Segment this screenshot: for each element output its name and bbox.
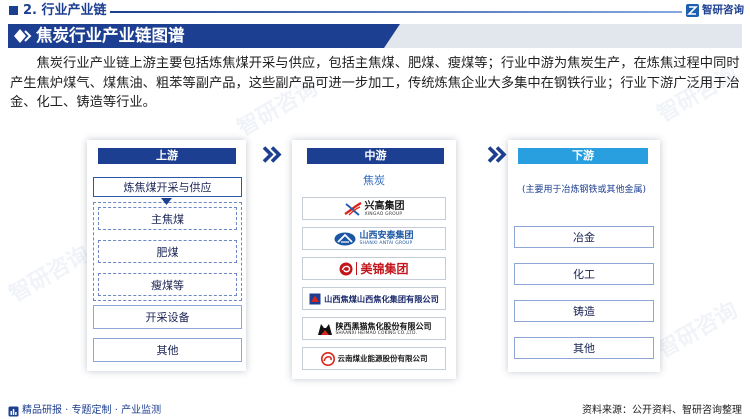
company-text: 山西焦煤山西焦化集团有限公司	[324, 294, 439, 304]
upstream-header: 上游	[98, 148, 236, 164]
company-logo-meijin: 美锦集团	[302, 257, 446, 280]
diamond-icon	[14, 29, 32, 43]
company-logo-heimao: 陕西黑猫焦化股份有限公司 SHAANXI HEIMAO COKING CO.,L…	[302, 317, 446, 340]
section-title: 2. 行业产业链	[23, 3, 107, 18]
antai-emblem-icon	[334, 232, 356, 245]
midstream-panel: 中游 焦炭 兴高集团 XINGAO GROUP 山西安泰集团 SHANXI AN…	[292, 140, 456, 379]
footer-tagline: 精品研报 · 专题定制 · 产业监测	[22, 405, 162, 416]
logo-divider	[356, 262, 358, 275]
intro-paragraph: 焦炭行业产业链上游主要包括炼焦煤开采与供应，包括主焦煤、肥煤、瘦煤等；行业中游为…	[10, 56, 740, 110]
meijin-emblem-icon	[339, 262, 353, 275]
upstream-panel: 上游 炼焦煤开采与供应 主焦煤 肥煤 瘦煤等 开采设备 其他	[87, 140, 246, 371]
downstream-item: 其他	[514, 337, 654, 359]
company-name: 云南煤业能源股份有限公司	[337, 354, 428, 363]
downstream-item: 化工	[514, 263, 654, 285]
company-name-en: XINGAO GROUP	[364, 211, 403, 217]
industry-chain-page: 智研咨询 智研咨询 智研咨询 智研咨询 2. 行业产业链 智研咨询 焦炭行业产业…	[0, 0, 750, 419]
coal-types-group: 主焦煤 肥煤 瘦煤等	[93, 202, 242, 301]
watermark: 智研咨询	[653, 297, 743, 364]
company-text: 云南煤业能源股份有限公司	[338, 354, 428, 363]
section-bullet-icon	[9, 6, 18, 15]
company-name: 美锦集团	[360, 261, 409, 276]
downstream-header: 下游	[518, 148, 648, 164]
company-name: 兴高集团	[364, 200, 405, 212]
double-chevron-right-icon	[262, 146, 282, 163]
company-name-en: SHANXI ANTAI GROUP	[359, 241, 413, 246]
upstream-other-box: 其他	[93, 338, 242, 362]
company-name: 山西焦煤山西焦化集团有限公司	[324, 293, 439, 304]
company-logo-yunnan-coal: 云南煤业能源股份有限公司	[302, 347, 446, 370]
yunnan-coal-emblem-icon	[320, 351, 335, 366]
downstream-item: 冶金	[514, 226, 654, 248]
downstream-panel: 下游 (主要用于冶炼钢铁或其他金属) 冶金 化工 铸造 其他	[508, 140, 660, 372]
double-chevron-right-icon	[487, 146, 507, 163]
coking-coal-supply-box: 炼焦煤开采与供应	[93, 177, 242, 197]
company-text: 山西安泰集团 SHANXI ANTAI GROUP	[359, 231, 413, 246]
shanxi-coking-emblem-icon	[309, 293, 321, 304]
downstream-item: 铸造	[514, 300, 654, 322]
mining-equipment-box: 开采设备	[93, 305, 242, 329]
triangle-down-icon	[161, 198, 172, 205]
report-icon	[8, 406, 19, 417]
coal-type-item: 肥煤	[98, 240, 237, 263]
brand-logo: 智研咨询	[686, 3, 744, 18]
heimao-cat-emblem-icon	[317, 323, 332, 335]
company-logo-shanxi-coking: 山西焦煤山西焦化集团有限公司	[302, 287, 446, 310]
watermark: 智研咨询	[5, 241, 95, 308]
company-name: 山西安泰集团	[359, 231, 414, 241]
company-name-en: SHAANXI HEIMAO COKING CO.,LTD.	[335, 330, 418, 336]
brand-name: 智研咨询	[702, 4, 744, 16]
midstream-product-label: 焦炭	[363, 174, 385, 187]
midstream-header: 中游	[307, 148, 444, 164]
company-logo-antai: 山西安泰集团 SHANXI ANTAI GROUP	[302, 227, 446, 250]
company-text: 兴高集团 XINGAO GROUP	[365, 201, 405, 217]
company-text: 陕西黑猫焦化股份有限公司 SHAANXI HEIMAO COKING CO.,L…	[336, 322, 432, 336]
source-note: 资料来源：公开资料、智研咨询整理	[582, 405, 742, 416]
xingao-emblem-icon	[343, 201, 362, 216]
company-name: 陕西黑猫焦化股份有限公司	[335, 321, 432, 331]
coal-type-item: 主焦煤	[98, 207, 237, 230]
downstream-note: (主要用于冶炼钢铁或其他金属)	[521, 185, 647, 195]
page-title: 焦炭行业产业链图谱	[36, 26, 185, 45]
section-divider-line	[110, 11, 682, 13]
coal-type-item: 瘦煤等	[98, 273, 237, 296]
zhiyan-logo-icon	[686, 4, 699, 17]
company-logo-xingao: 兴高集团 XINGAO GROUP	[302, 197, 446, 220]
